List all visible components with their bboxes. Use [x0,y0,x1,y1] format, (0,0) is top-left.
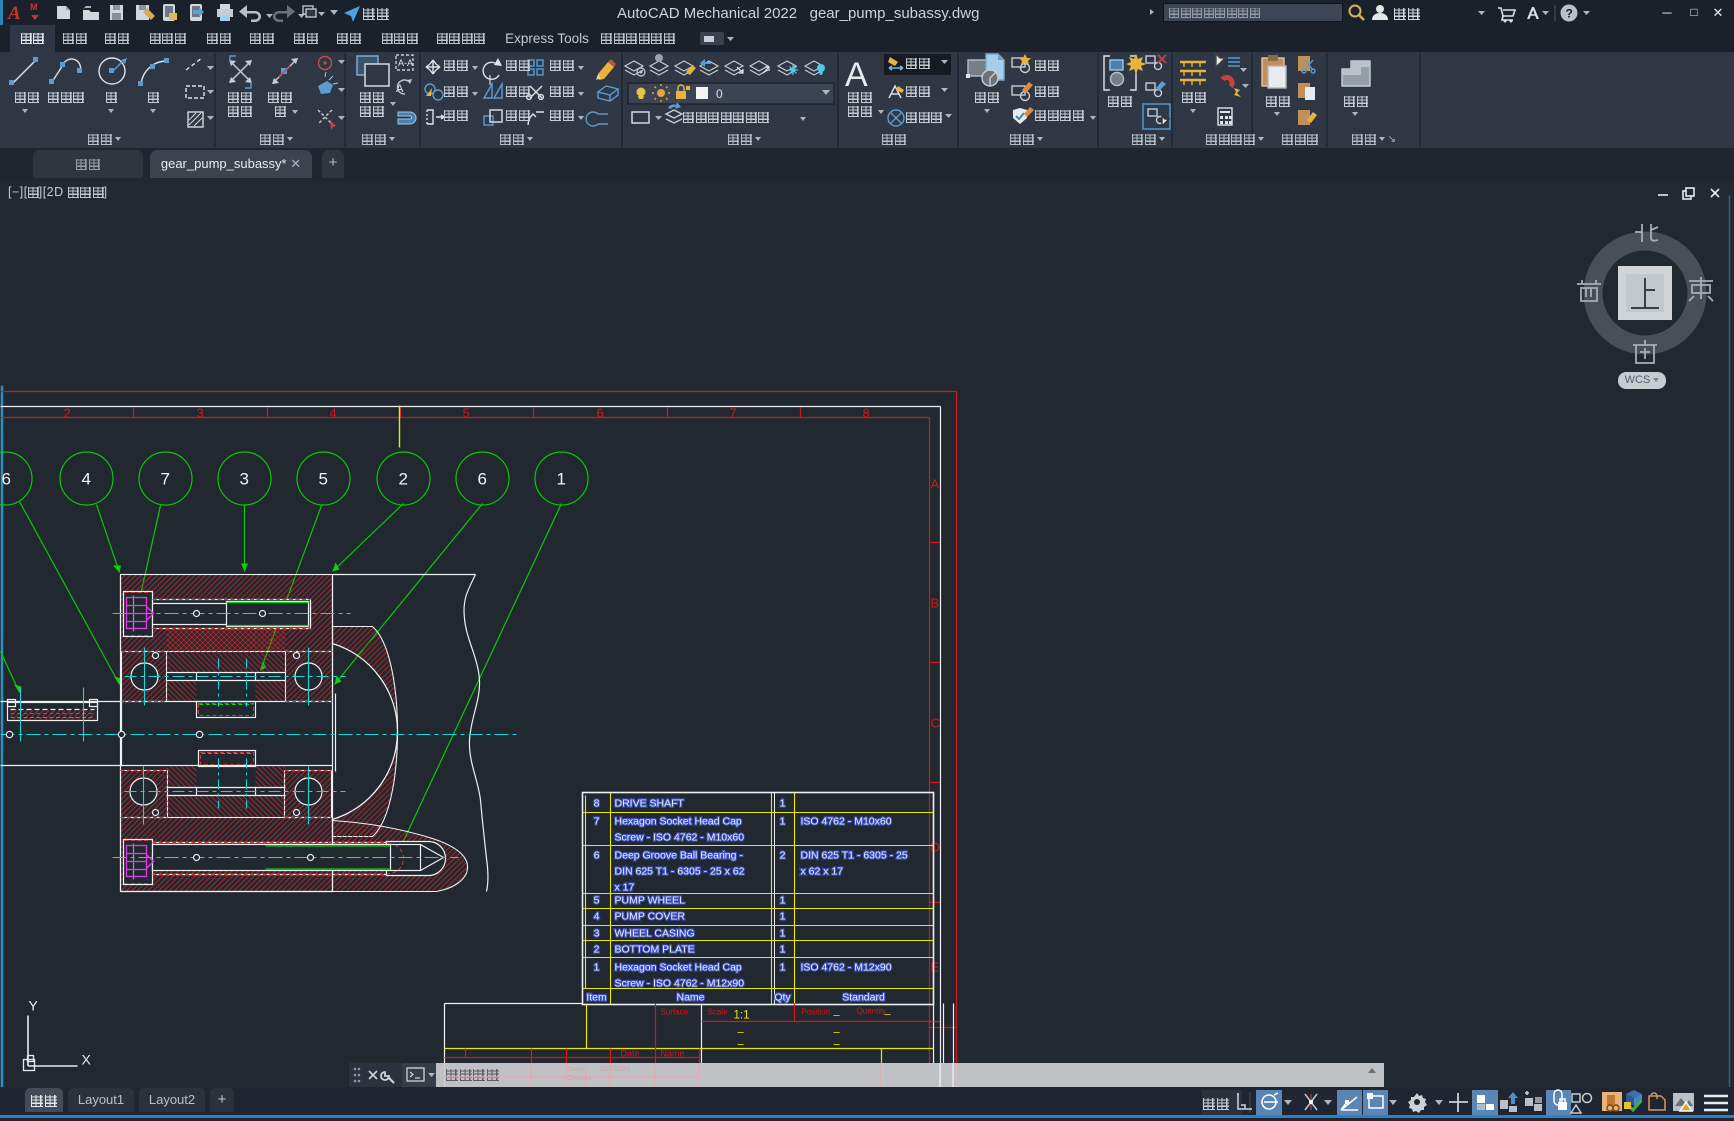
svg-text:Scale: Scale [708,1008,729,1017]
svg-text:5: 5 [463,406,470,421]
svg-text:C: C [931,716,940,731]
svg-text:2: 2 [594,944,600,956]
svg-text:X: X [82,1052,92,1068]
svg-text:1: 1 [780,816,786,828]
svg-text:3: 3 [240,470,249,489]
svg-text:1:1: 1:1 [734,1010,750,1022]
svg-text:4: 4 [82,470,91,489]
svg-text:Checked: Checked [567,1076,591,1082]
svg-text:x 17: x 17 [615,882,635,894]
svg-text:Item: Item [586,992,607,1004]
svg-text:1: 1 [780,911,786,923]
svg-text:–: – [885,1009,892,1021]
svg-text:8: 8 [594,798,600,810]
svg-text:6: 6 [597,406,604,421]
svg-text:Screw - ISO 4762 - M10x60: Screw - ISO 4762 - M10x60 [615,832,745,844]
svg-text:Screw - ISO 4762 - M12x90: Screw - ISO 4762 - M12x90 [615,978,745,990]
svg-text:A: A [845,56,868,94]
svg-text:1: 1 [594,962,600,974]
svg-text:Name: Name [676,992,704,1004]
svg-text:1: 1 [780,944,786,956]
svg-text:–: – [834,1039,841,1051]
svg-text:5: 5 [594,895,600,907]
svg-text:7: 7 [730,406,737,421]
svg-text:DIN 625 T1 - 6305 - 25 x 62: DIN 625 T1 - 6305 - 25 x 62 [615,866,745,878]
svg-text:3: 3 [594,928,600,940]
svg-text:PUMP COVER: PUMP COVER [615,911,686,923]
svg-text:1: 1 [557,470,566,489]
svg-text:–: – [834,1027,841,1039]
svg-text:1: 1 [780,962,786,974]
svg-text:8: 8 [863,406,870,421]
svg-text:2: 2 [780,850,786,862]
svg-text:Name: Name [661,1049,685,1059]
svg-text:2: 2 [64,406,71,421]
svg-text:1: 1 [780,895,786,907]
svg-text:Hexagon Socket Head Cap: Hexagon Socket Head Cap [615,962,742,974]
svg-text:–: – [738,1039,745,1051]
svg-text:x 62 x 17: x 62 x 17 [801,866,844,878]
svg-text:?: ? [1566,7,1573,21]
svg-text:–: – [834,1010,841,1022]
svg-text:7: 7 [594,816,600,828]
svg-text:Hexagon Socket Head Cap: Hexagon Socket Head Cap [615,816,742,828]
svg-text:1: 1 [780,798,786,810]
svg-text:10/7/2016: 10/7/2016 [599,1066,630,1073]
svg-text:4: 4 [594,911,600,923]
svg-text:DRIVE SHAFT: DRIVE SHAFT [615,798,685,810]
svg-text:ISO 4762 - M12x90: ISO 4762 - M12x90 [801,962,892,974]
svg-text:6: 6 [594,850,600,862]
svg-text:6: 6 [2,470,11,489]
svg-text:BOTTOM PLATE: BOTTOM PLATE [615,944,695,956]
svg-text:Quantity: Quantity [857,1007,887,1016]
svg-text:Surface: Surface [661,1008,689,1017]
svg-text:6: 6 [478,470,487,489]
svg-text:7: 7 [161,470,170,489]
svg-text:ISO 4762 - M10x60: ISO 4762 - M10x60 [801,816,892,828]
svg-text:3: 3 [197,406,204,421]
svg-text:D: D [931,840,940,855]
svg-text:PUMP WHEEL: PUMP WHEEL [615,895,686,907]
svg-text:0: 0 [716,87,723,101]
svg-text:5: 5 [319,470,328,489]
svg-text:B: B [931,596,940,611]
svg-text:A: A [7,3,21,24]
svg-text:Drawn: Drawn [567,1067,584,1073]
svg-text:Deep Groove Ball Bearing -: Deep Groove Ball Bearing - [615,850,744,862]
svg-text:Date: Date [621,1049,640,1059]
svg-text:WHEEL CASING: WHEEL CASING [615,928,695,940]
svg-text:Position: Position [802,1008,830,1017]
svg-text:A: A [931,477,940,492]
svg-text:E: E [931,960,940,975]
svg-text:A-A: A-A [398,58,413,68]
svg-text:–: – [738,1027,745,1039]
svg-text:Y: Y [29,998,39,1014]
svg-text:DIN 625 T1 - 6305 - 25: DIN 625 T1 - 6305 - 25 [801,850,908,862]
svg-text:2: 2 [399,470,408,489]
svg-text:Standard: Standard [842,992,885,1004]
svg-text:1: 1 [780,928,786,940]
svg-text:Qty: Qty [774,992,791,1004]
svg-text:4: 4 [330,406,337,421]
svg-text:M: M [30,2,38,12]
